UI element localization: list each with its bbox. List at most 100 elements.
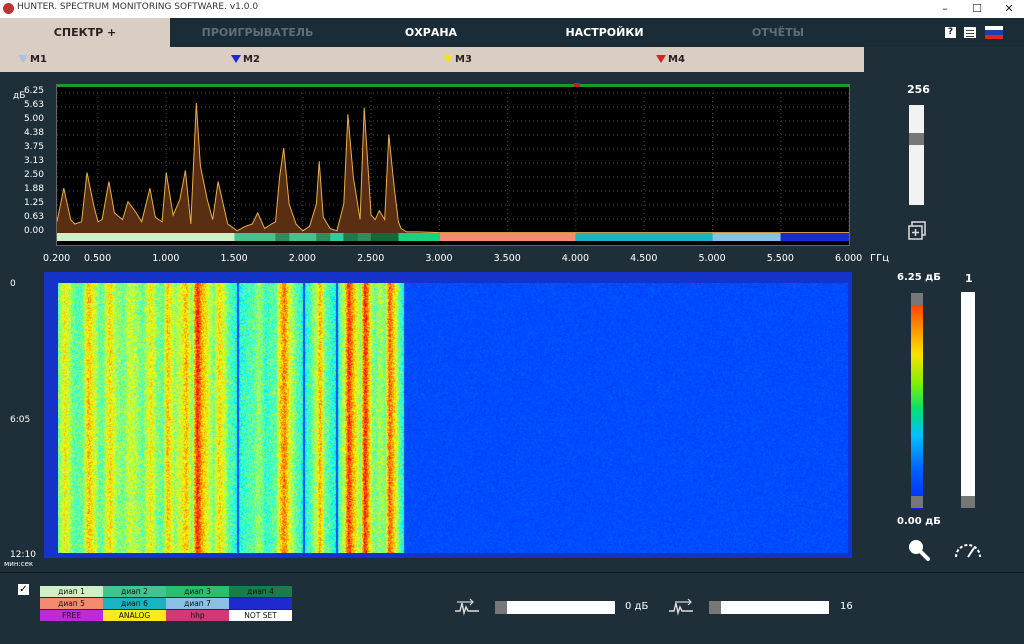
speed-slider-thumb[interactable] [961,496,975,508]
marker-bar [0,47,864,72]
legend-item[interactable]: диап 6 [103,598,166,609]
x-tick-label: 2.500 [357,253,385,264]
threshold-value: 0 дБ [625,601,649,612]
help-icon[interactable]: ? [945,27,956,38]
legend-item[interactable]: диап 1 [40,586,103,597]
marker-triangle-icon [656,55,666,63]
marker-triangle-icon [231,55,241,63]
band-segment[interactable] [575,233,713,241]
threshold-slider[interactable] [495,601,615,614]
y-tick-label: 1.88 [23,183,44,194]
tab-reports[interactable]: ОТЧЁТЫ [692,18,864,47]
legend-checkbox[interactable]: ✓ [18,584,29,595]
x-tick-label: 1.000 [152,253,180,264]
averaging-icon [669,598,693,616]
speedometer-icon[interactable] [952,538,984,560]
x-tick-label: 3.000 [425,253,453,264]
legend-item[interactable]: NOT SET [229,610,292,621]
document-icon[interactable] [964,27,976,38]
band-segment[interactable] [439,233,576,241]
marker-triangle-icon [443,55,453,63]
band-segment[interactable] [780,233,849,241]
x-tick-label: 0.200 [43,253,71,264]
band-segment[interactable] [275,233,290,241]
speed-slider[interactable] [961,292,975,508]
x-tick-label: 5.000 [698,253,726,264]
band-segment[interactable] [371,233,399,241]
color-scale-min-thumb[interactable] [911,496,923,508]
app-logo-icon [3,3,14,14]
russia-flag-icon[interactable] [985,26,1003,39]
marker-m1[interactable]: M1 [18,54,47,66]
fft-size-slider-thumb[interactable] [909,133,924,145]
y-tick-label: 1.25 [23,198,44,208]
y-tick-label: 0.63 [23,211,44,222]
y-tick-label: 6.25 [23,86,44,96]
color-scale-min: 0.00 дБ [897,516,941,527]
speed-value: 1 [965,272,973,285]
waterfall-canvas[interactable] [58,283,848,553]
averaging-value: 16 [840,601,853,612]
fft-size-slider[interactable] [909,105,924,205]
averaging-slider[interactable] [709,601,829,614]
tab-spectrum[interactable]: СПЕКТР + [0,18,170,47]
marker-m4[interactable]: M4 [656,54,685,66]
legend-item[interactable] [229,598,292,609]
tab-settings[interactable]: НАСТРОЙКИ [517,18,692,47]
band-segment[interactable] [289,233,317,241]
copy-icon[interactable] [906,220,928,242]
marker-track [57,84,849,87]
marker-m2[interactable]: M2 [231,54,260,66]
y-tick-label: 3.75 [23,142,44,152]
band-segment[interactable] [357,233,372,241]
band-segment[interactable] [57,233,235,241]
minimize-button[interactable]: – [930,0,960,18]
band-segment[interactable] [398,233,440,241]
time-tick: 6:05 [10,415,31,425]
x-tick-label: 1.500 [220,253,248,264]
band-segment[interactable] [234,233,276,241]
legend-item[interactable]: диап 2 [103,586,166,597]
marker-m3[interactable]: M3 [443,54,472,66]
legend-item[interactable]: диап 7 [166,598,229,609]
averaging-slider-thumb[interactable] [709,601,721,614]
maximize-button[interactable]: ☐ [962,0,992,18]
x-tick-label: 4.500 [630,253,658,264]
legend-item[interactable]: FREE [40,610,103,621]
close-button[interactable]: ✕ [994,0,1024,18]
marker-triangle-icon [18,55,28,63]
legend-item[interactable]: диап 5 [40,598,103,609]
color-scale-max-thumb[interactable] [911,293,923,305]
x-tick-label: 4.000 [561,253,590,264]
band-segment[interactable] [343,233,358,241]
legend-item[interactable]: диап 3 [166,586,229,597]
x-tick-label: 2.000 [288,253,316,264]
band-segment[interactable] [330,233,344,241]
x-tick-label: 3.500 [493,253,521,264]
x-axis-unit: ГГц [870,253,890,264]
time-tick: 12:10 [10,550,36,560]
threshold-slider-thumb[interactable] [495,601,507,614]
y-tick-label: 3.13 [23,155,44,166]
band-segment[interactable] [712,233,781,241]
zoom-icon[interactable] [906,537,932,561]
legend-item[interactable]: диап 4 [229,586,292,597]
time-tick: 0 [10,279,16,289]
legend-item[interactable]: ANALOG [103,610,166,621]
spectrum-chart[interactable] [56,84,850,246]
threshold-icon [455,598,479,616]
legend-item[interactable]: hhp [166,610,229,621]
tab-guard[interactable]: ОХРАНА [345,18,517,47]
spectrum-svg [57,92,849,241]
color-scale-max: 6.25 дБ [897,272,941,283]
fft-size-value: 256 [907,83,930,96]
color-scale-bar[interactable] [911,293,923,509]
band-segment[interactable] [316,233,331,241]
tab-player[interactable]: ПРОИГРЫВАТЕЛЬ [170,18,345,47]
x-tick-label: 6.000 [835,253,863,264]
time-unit: мин:сек [4,560,34,568]
spectrum-area [57,103,849,233]
y-tick-label: 5.00 [23,114,44,124]
marker-position-icon[interactable] [574,83,580,87]
x-tick-label: 5.500 [766,253,794,264]
